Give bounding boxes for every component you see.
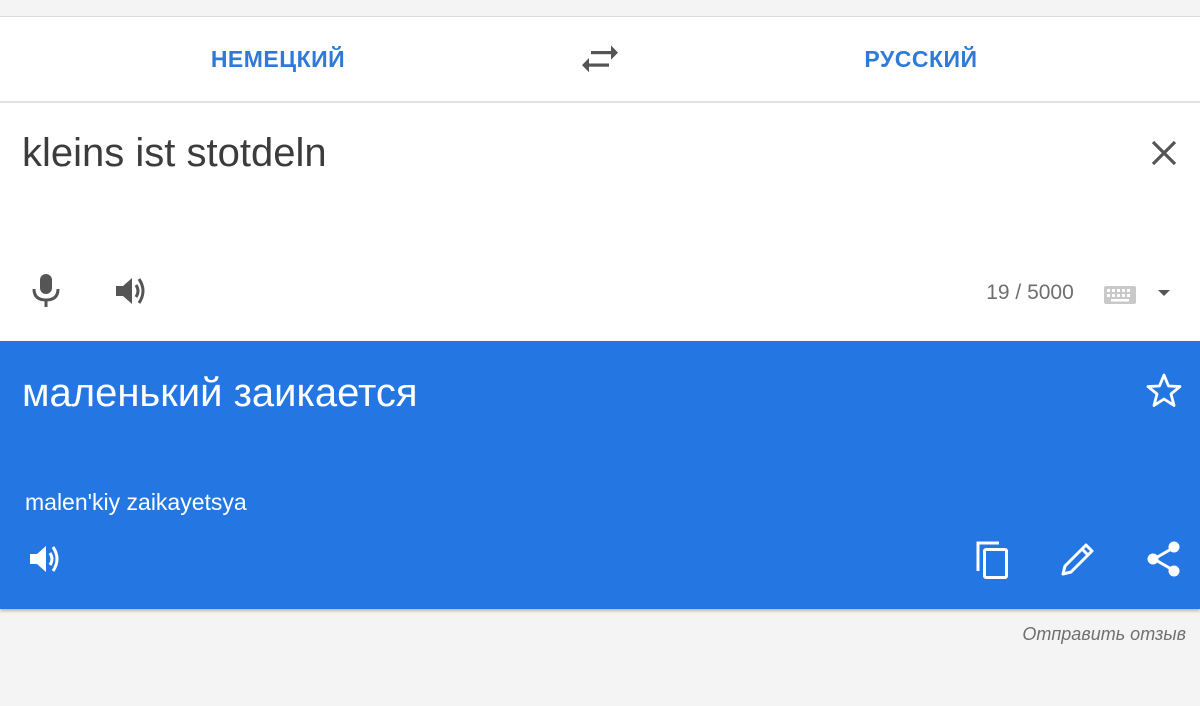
save-translation-button[interactable] — [1142, 369, 1186, 413]
send-feedback-link[interactable]: Отправить отзыв — [1022, 624, 1186, 645]
source-text-input[interactable]: kleins ist stotdeln — [22, 131, 327, 176]
edit-translation-button[interactable] — [1056, 537, 1100, 581]
microphone-icon — [32, 274, 60, 307]
swap-arrows-icon — [582, 45, 618, 73]
speak-source-button[interactable] — [110, 269, 154, 313]
keyboard-icon — [1104, 286, 1136, 304]
copy-icon — [976, 541, 1008, 579]
star-outline-icon — [1146, 373, 1182, 407]
share-translation-button[interactable] — [1142, 537, 1186, 581]
speaker-icon — [30, 546, 59, 572]
character-count: 19 / 5000 — [986, 281, 1074, 304]
speak-translation-button[interactable] — [24, 537, 68, 581]
top-strip — [0, 0, 1200, 17]
speaker-icon — [116, 278, 145, 304]
target-language-button[interactable]: РУССКИЙ — [642, 17, 1200, 101]
source-language-button[interactable]: НЕМЕЦКИЙ — [0, 17, 556, 101]
transliteration-text: malen'kiy zaikayetsya — [25, 489, 247, 515]
clear-input-button[interactable] — [1140, 129, 1188, 177]
dropdown-arrow-icon — [1158, 290, 1170, 296]
close-icon — [1151, 140, 1177, 166]
swap-languages-button[interactable] — [576, 37, 624, 81]
share-icon — [1147, 541, 1180, 577]
keyboard-button[interactable] — [1102, 283, 1138, 307]
language-bar: НЕМЕЦКИЙ РУССКИЙ — [0, 17, 1200, 103]
microphone-button[interactable] — [24, 269, 68, 313]
translation-result-card: маленький заикается malen'kiy zaikayetsy… — [0, 341, 1200, 609]
copy-translation-button[interactable] — [970, 537, 1014, 581]
input-method-dropdown[interactable] — [1152, 283, 1176, 303]
pencil-icon — [1061, 543, 1094, 576]
input-card: kleins ist stotdeln 19 / 5000 — [0, 103, 1200, 341]
translation-text: маленький заикается — [22, 371, 418, 415]
